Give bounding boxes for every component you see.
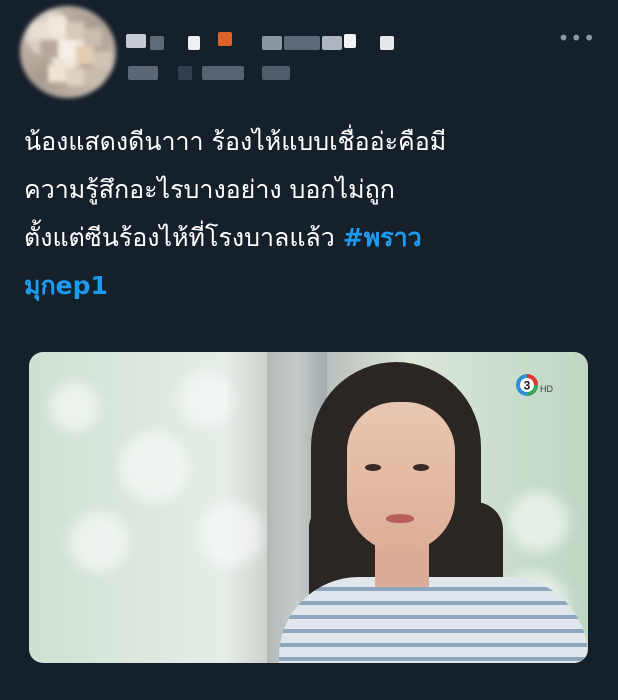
bokeh-light <box>49 382 99 432</box>
mouth <box>386 514 414 523</box>
channel-3-hd-logo: 3 HD <box>516 374 553 396</box>
tweet-text-line: มุกep1 <box>24 262 599 310</box>
bokeh-light <box>509 492 569 552</box>
hashtag-link-continued[interactable]: มุกep1 <box>24 271 108 300</box>
user-avatar[interactable] <box>20 6 116 98</box>
striped-shirt <box>279 577 588 663</box>
tweet-card: ••• น้องแสดงดีนาาา ร้องไห้แบบเชื่ออ่ะคือ… <box>0 0 618 700</box>
bokeh-light <box>119 432 189 502</box>
tweet-text-line: น้องแสดงดีนาาา ร้องไห้แบบเชื่ออ่ะคือมี <box>24 127 447 156</box>
channel-number: 3 <box>524 379 531 393</box>
eye-left <box>365 464 381 471</box>
hashtag-link[interactable]: #พราว <box>343 223 422 252</box>
tweet-media-image[interactable]: 3 HD <box>29 352 588 663</box>
tweet-text-line: ความรู้สึกอะไรบางอย่าง บอกไม่ถูก <box>24 175 395 204</box>
eye-right <box>413 464 429 471</box>
tweet-text-line-content: ตั้งแต่ซีนร้องไห้ที่โรงบาลแล้ว <box>24 223 343 252</box>
tweet-text-line: ตั้งแต่ซีนร้องไห้ที่โรงบาลแล้ว #พราว <box>24 214 599 262</box>
bokeh-light <box>199 502 264 567</box>
channel-hd-label: HD <box>540 384 553 394</box>
more-dots-icon[interactable]: ••• <box>558 28 596 48</box>
face <box>347 402 455 552</box>
tweet-text: น้องแสดงดีนาาา ร้องไห้แบบเชื่ออ่ะคือมี ค… <box>24 118 599 310</box>
bokeh-light <box>69 512 129 572</box>
bokeh-light <box>179 372 234 427</box>
